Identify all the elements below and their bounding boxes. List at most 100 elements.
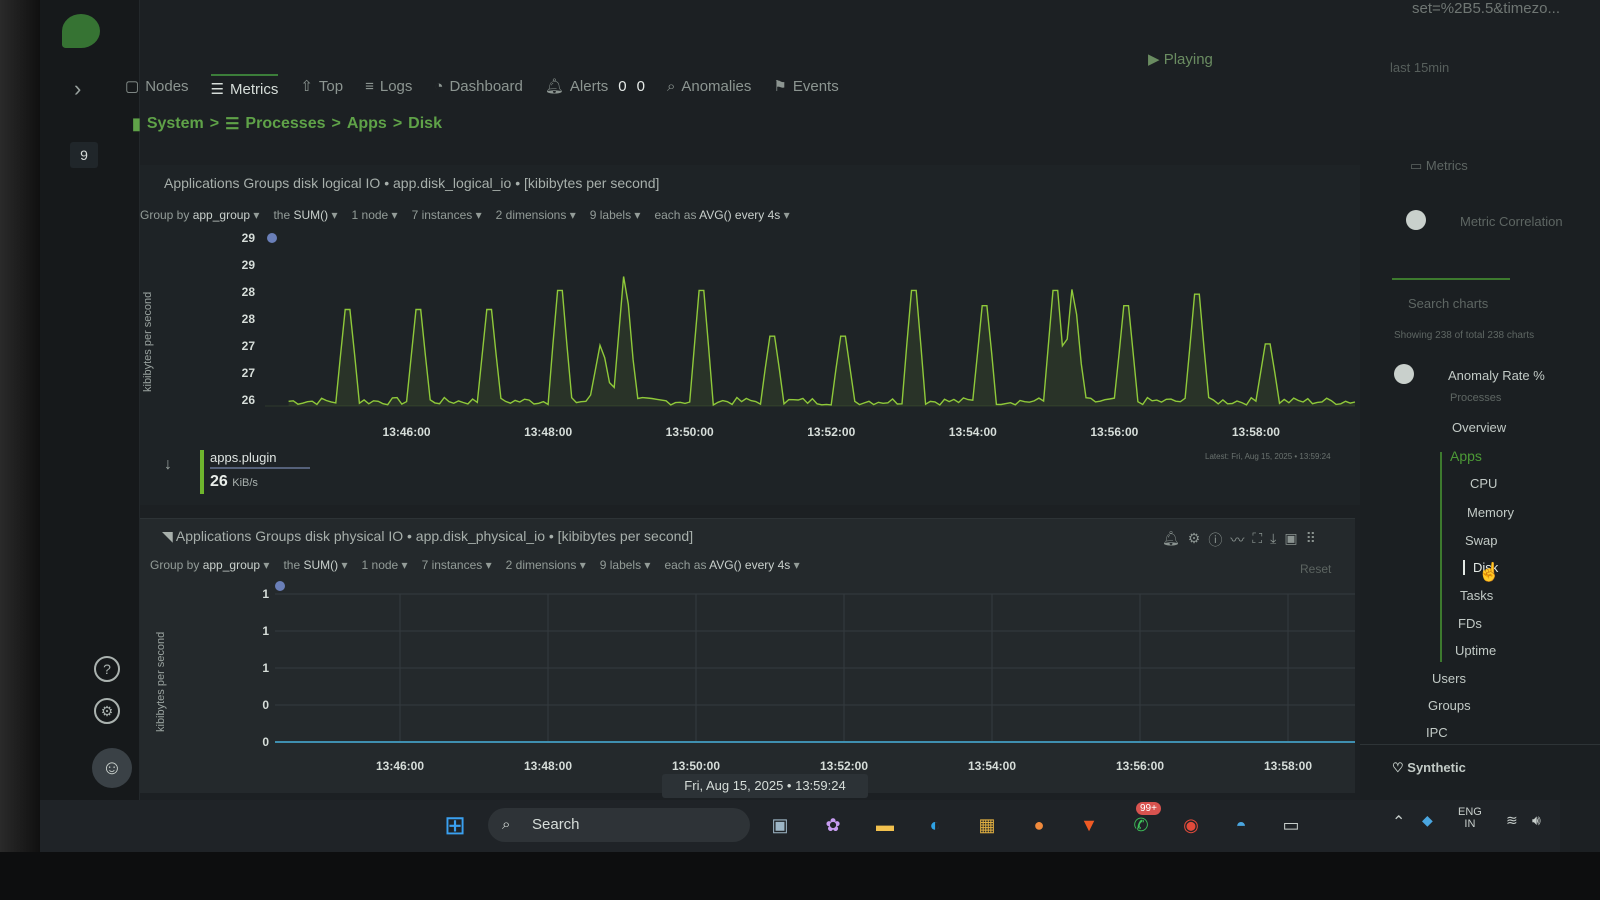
legend-series-value: 26 [210,473,228,490]
breadcrumb-system[interactable]: System [147,115,204,133]
task-view-icon[interactable]: ▣ [765,810,795,840]
filter-each-as[interactable]: each as AVG() every 4s ▾ [654,208,789,222]
store-icon[interactable]: ▦ [972,810,1002,840]
filter-instances[interactable]: 7 instances ▾ [412,208,482,222]
metric-correlation-label: Metric Correlation [1460,214,1563,229]
edge-browser-icon[interactable]: ◐ [920,810,950,840]
alert-bell-icon[interactable]: 🔔︎ [1162,530,1180,550]
legend-apps-plugin[interactable]: apps.plugin 26 KiB/s [200,450,310,494]
filter-dimensions[interactable]: 2 dimensions ▾ [496,208,576,222]
x-tick-label: 13:50:00 [672,759,720,773]
sidebar-processes[interactable]: Processes [1450,392,1501,404]
node-count-badge[interactable]: 9 [70,142,98,168]
filter-instances[interactable]: 7 instances ▾ [422,558,492,572]
list-icon: ☰ [225,116,240,133]
sort-down-arrow-icon[interactable]: ↓ [164,456,172,474]
netdata-logo-icon[interactable] [62,14,100,48]
firefox-icon[interactable]: ● [1024,810,1054,840]
tab-label: Metrics [230,80,279,98]
filter-aggregation[interactable]: the SUM() ▾ [273,208,337,222]
filter-nodes[interactable]: 1 node ▾ [352,208,398,222]
tab-label: Events [792,77,839,95]
filter-group-by[interactable]: Group by app_group ▾ [150,558,269,572]
volume-icon[interactable]: 🔊︎ [1532,812,1541,829]
expand-chevron-icon[interactable]: › [74,76,81,102]
anomaly-rate-toggle[interactable] [1394,364,1414,384]
filter-dimensions[interactable]: 2 dimensions ▾ [506,558,586,572]
sidebar-metrics-tab[interactable]: ▭ Metrics [1410,158,1468,174]
tray-chevron-icon[interactable]: ⌃ [1392,812,1405,832]
breadcrumb-processes[interactable]: Processes [245,115,325,133]
save-icon[interactable]: ▣ [1284,530,1297,550]
metric-correlation-toggle[interactable] [1406,210,1426,230]
download-icon[interactable]: ⤓ [1270,530,1276,550]
tab-logs[interactable]: ≡ Logs [365,78,412,95]
tab-alerts[interactable]: 🔔︎ Alerts 0 0 [545,77,645,96]
settings-gear-icon[interactable]: ⚙ [94,698,120,724]
sidebar-item-users[interactable]: Users [1432,671,1466,686]
tab-events[interactable]: ⚑ Events [773,77,839,96]
tray-app-icon[interactable]: ◆ [1422,812,1433,829]
screen: › 9 ? ⚙ ☺ set=%2B5.5&timezo... ▶ Playing… [40,0,1600,860]
filter-group-by[interactable]: Group by app_group ▾ [140,208,259,222]
search-charts-input[interactable]: Search charts [1408,296,1488,311]
tab-nodes[interactable]: ▢ Nodes [125,77,189,96]
chart-type-icon[interactable]: ⚙ [1188,530,1201,550]
sidebar-item-memory[interactable]: Memory [1467,505,1514,520]
filter-value: SUM() [293,208,329,222]
collapse-icon[interactable]: ◥ [162,528,173,544]
tab-label: Nodes [145,77,189,95]
time-range[interactable]: last 15min [1390,60,1449,75]
filter-labels[interactable]: 9 labels ▾ [600,558,651,572]
chart-title-physical-io: ◥ Applications Groups disk physical IO •… [162,528,693,545]
sidebar-item-uptime[interactable]: Uptime [1455,643,1496,658]
tab-metrics[interactable]: ☰ Metrics [210,74,279,98]
reset-button[interactable]: Reset [1300,562,1331,576]
y-tick-label: 26 [242,393,256,407]
sidebar-item-swap[interactable]: Swap [1465,533,1498,548]
sidebar-item-ipc[interactable]: IPC [1426,725,1448,740]
filter-each-as[interactable]: each as AVG() every 4s ▾ [664,558,799,572]
help-icon[interactable]: ? [94,656,120,682]
sidebar-item-synthetic[interactable]: ♡ Synthetic [1392,760,1466,776]
breadcrumb-disk[interactable]: Disk [408,115,442,133]
chrome-icon[interactable]: ◉ [1176,810,1206,840]
breadcrumb-apps[interactable]: Apps [347,115,387,133]
anomaly-icon[interactable]: 〰 [1230,530,1244,550]
playing-indicator[interactable]: ▶ Playing [1148,50,1213,68]
sidebar-item-fds[interactable]: FDs [1458,616,1482,631]
sidebar-item-groups[interactable]: Groups [1428,698,1471,713]
app-icon[interactable]: ◓ [1226,810,1256,840]
terminal-icon[interactable]: ▭ [1276,810,1306,840]
copilot-icon[interactable]: ✿ [818,810,848,840]
user-avatar-icon[interactable]: ☺ [92,748,132,788]
windows-start-icon[interactable]: ⊞ [440,810,470,840]
sidebar-item-apps[interactable]: Apps [1450,448,1482,464]
sidebar-item-tasks[interactable]: Tasks [1460,588,1493,603]
info-icon[interactable]: ⓘ [1208,530,1222,550]
tab-dashboard[interactable]: ◔ Dashboard [434,78,522,95]
chart-plot-logical-io[interactable]: 29 29 28 28 27 27 26 13:46:00 13:48:00 13:50:00 13… [180,228,1360,453]
fullscreen-icon[interactable]: ⛶ [1252,530,1262,550]
filter-label: Group by [150,558,200,572]
brave-icon[interactable]: ▼ [1074,810,1104,840]
tab-anomalies[interactable]: ⌕ Anomalies [667,78,751,95]
chart-filters-physical-io: Group by app_group ▾ the SUM() ▾ 1 node … [150,558,800,572]
y-tick-label: 29 [242,258,256,272]
sidebar-item-overview[interactable]: Overview [1452,420,1506,435]
chart-plot-physical-io[interactable]: 1 1 1 0 0 13:46:00 13:48:00 13:50:00 13:52:00 13:… [190,580,1355,780]
x-tick-label: 13:50:00 [666,425,714,439]
sidebar-item-cpu[interactable]: CPU [1470,476,1497,491]
tab-top[interactable]: ⇧ Top [300,77,343,96]
x-tick-label: 13:46:00 [383,425,431,439]
filter-aggregation[interactable]: the SUM() ▾ [283,558,347,572]
drag-handle-icon[interactable]: ⠿ [1306,530,1316,550]
language-indicator[interactable]: ENG IN [1458,806,1482,830]
wifi-icon[interactable]: ≋ [1506,812,1518,829]
chart-toolbar: 🔔︎ ⚙ ⓘ 〰 ⛶ ⤓ ▣ ⠿ [1162,530,1316,550]
taskbar-search[interactable]: ⌕ Search [488,808,750,842]
filter-labels[interactable]: 9 labels ▾ [590,208,641,222]
file-explorer-icon[interactable]: ▬ [870,810,900,840]
chart-hover-timestamp: Fri, Aug 15, 2025 • 13:59:24 [662,774,868,798]
filter-nodes[interactable]: 1 node ▾ [362,558,408,572]
